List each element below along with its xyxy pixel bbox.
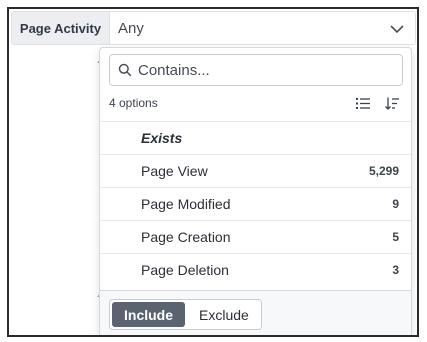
option-label: Page Modified [141,196,231,212]
options-count: 4 options [109,96,158,110]
option-count: 5,299 [368,164,399,178]
include-exclude-toggle: Include Exclude [109,299,262,330]
options-dropdown: 4 options Exists Page View 5,299 [99,47,412,335]
option-exists[interactable]: Exists [100,121,411,154]
options-list: Exists Page View 5,299 Page Modified 9 P… [100,121,411,286]
filter-select[interactable]: Any [110,12,415,44]
option-page-creation[interactable]: Page Creation 5 [100,220,411,253]
option-page-modified[interactable]: Page Modified 9 [100,187,411,220]
include-button[interactable]: Include [112,302,186,327]
search-box[interactable] [109,54,403,86]
sort-descending-icon[interactable] [385,97,399,110]
list-view-icon[interactable] [356,97,370,110]
filter-panel: Page Activity Any ´ ´ 4 options [7,7,419,337]
page-activity-filter[interactable]: Page Activity Any [11,11,416,45]
option-label: Exists [141,130,183,146]
option-label: Page View [141,163,208,179]
option-count: 9 [392,197,399,211]
option-count: 3 [392,263,399,277]
filter-label: Page Activity [12,12,110,44]
dropdown-footer: Include Exclude [100,290,411,335]
exclude-button[interactable]: Exclude [187,300,261,329]
option-label: Page Deletion [141,262,229,278]
option-label: Page Creation [141,229,231,245]
option-page-deletion[interactable]: Page Deletion 3 [100,253,411,286]
chevron-down-icon[interactable] [389,23,405,35]
filter-selected-value: Any [118,19,144,37]
search-input[interactable] [138,61,378,79]
option-page-view[interactable]: Page View 5,299 [100,154,411,187]
search-icon [118,63,132,77]
option-count: 5 [392,230,399,244]
